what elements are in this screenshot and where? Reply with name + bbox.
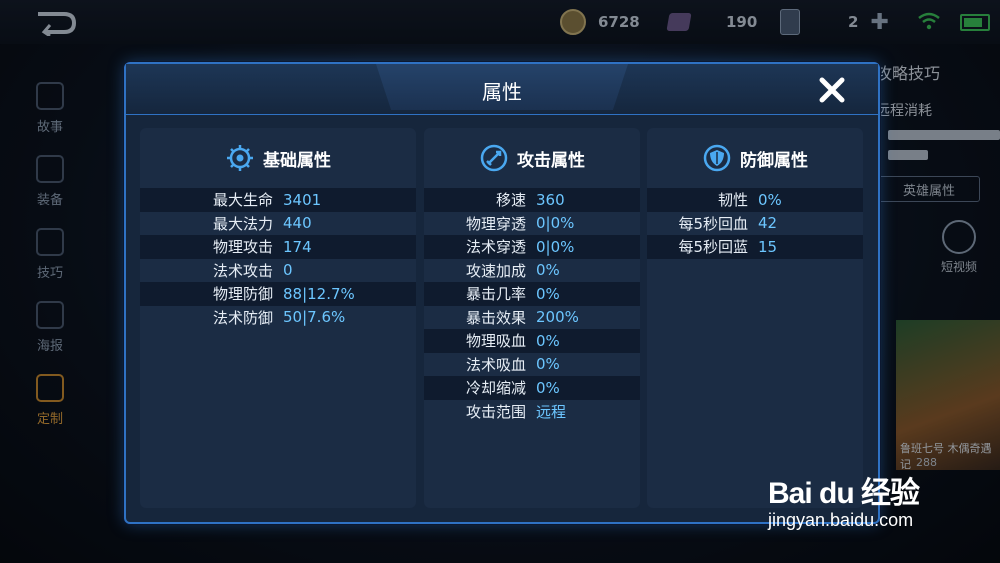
close-icon[interactable] xyxy=(814,72,850,108)
panel-heading-label: 防御属性 xyxy=(740,150,808,171)
attribute-row: 暴击几率 0% xyxy=(424,282,640,306)
attribute-label: 最大法力 xyxy=(212,214,273,233)
attribute-value: 远程 xyxy=(536,402,567,421)
attribute-row: 法术攻击 0 xyxy=(140,259,416,283)
attribute-value: 3401 xyxy=(283,190,322,209)
attribute-value: 360 xyxy=(536,190,565,209)
attribute-label: 物理防御 xyxy=(212,285,273,304)
attribute-value: 0% xyxy=(536,284,560,303)
attribute-label: 最大生命 xyxy=(212,191,273,210)
attribute-row: 法术吸血 0% xyxy=(424,353,640,377)
modal-title: 属性 xyxy=(482,80,522,104)
basic-attributes-heading: 基础属性 xyxy=(140,128,416,188)
watermark-url: jingyan.baidu.com xyxy=(768,510,914,530)
shield-icon xyxy=(703,144,731,172)
attribute-value: 15 xyxy=(758,237,778,256)
attribute-row: 法术穿透 0|0% xyxy=(424,235,640,259)
attribute-row: 攻速加成 0% xyxy=(424,259,640,283)
panel-heading-label: 攻击属性 xyxy=(517,150,585,171)
defense-attributes-panel: 防御属性 韧性 0% 每5秒回血 42 每5秒回蓝 15 xyxy=(647,128,863,508)
attribute-row: 攻击范围 远程 xyxy=(424,400,640,424)
gear-icon xyxy=(227,145,253,171)
attribute-value: 0% xyxy=(536,378,560,397)
attribute-label: 物理穿透 xyxy=(465,214,526,233)
attribute-value: 50|7.6% xyxy=(283,308,346,327)
attribute-label: 每5秒回蓝 xyxy=(678,238,748,257)
attribute-label: 每5秒回血 xyxy=(678,214,748,233)
attribute-value: 0% xyxy=(536,331,560,350)
attribute-value: 88|12.7% xyxy=(283,284,355,303)
attribute-label: 法术攻击 xyxy=(212,261,273,280)
attribute-label: 物理攻击 xyxy=(212,238,273,257)
attribute-value: 440 xyxy=(283,214,312,233)
attribute-row: 最大生命 3401 xyxy=(140,188,416,212)
attribute-row: 法术防御 50|7.6% xyxy=(140,306,416,330)
panel-heading-label: 基础属性 xyxy=(263,150,331,171)
attribute-label: 韧性 xyxy=(717,191,748,210)
attribute-value: 0% xyxy=(536,261,560,280)
attributes-modal: 属性 基础属性 最大生命 3401 最大法力 440 物理攻击 174 法术攻击 0 物… xyxy=(124,62,880,524)
attribute-value: 0|0% xyxy=(536,237,575,256)
attribute-value: 0|0% xyxy=(536,214,575,233)
modal-header: 属性 xyxy=(126,64,878,115)
attribute-label: 攻速加成 xyxy=(465,261,526,280)
attribute-row: 冷却缩减 0% xyxy=(424,376,640,400)
sword-icon xyxy=(480,144,508,172)
attribute-row: 物理防御 88|12.7% xyxy=(140,282,416,306)
attribute-label: 移速 xyxy=(495,191,526,210)
attribute-value: 174 xyxy=(283,237,312,256)
attack-attributes-heading: 攻击属性 xyxy=(424,128,640,188)
watermark-logo: Bai du 经验 xyxy=(768,477,920,510)
attribute-value: 200% xyxy=(536,308,579,327)
attribute-label: 法术穿透 xyxy=(465,238,526,257)
attribute-label: 暴击几率 xyxy=(465,285,526,304)
attribute-label: 物理吸血 xyxy=(465,332,526,351)
attack-attributes-panel: 攻击属性 移速 360 物理穿透 0|0% 法术穿透 0|0% 攻速加成 0% 暴击几率… xyxy=(424,128,640,508)
defense-attributes-heading: 防御属性 xyxy=(647,128,863,188)
attribute-label: 暴击效果 xyxy=(465,308,526,327)
attribute-row: 暴击效果 200% xyxy=(424,306,640,330)
attribute-row: 物理吸血 0% xyxy=(424,329,640,353)
attribute-row: 移速 360 xyxy=(424,188,640,212)
attribute-value: 0% xyxy=(758,190,782,209)
attribute-row: 物理穿透 0|0% xyxy=(424,212,640,236)
attribute-row: 每5秒回血 42 xyxy=(647,212,863,236)
basic-attributes-panel: 基础属性 最大生命 3401 最大法力 440 物理攻击 174 法术攻击 0 物理防御… xyxy=(140,128,416,508)
attribute-value: 42 xyxy=(758,214,778,233)
attribute-label: 法术吸血 xyxy=(465,355,526,374)
attribute-row: 每5秒回蓝 15 xyxy=(647,235,863,259)
attribute-value: 0 xyxy=(283,261,293,280)
attribute-row: 物理攻击 174 xyxy=(140,235,416,259)
attribute-label: 冷却缩减 xyxy=(465,379,526,398)
attribute-value: 0% xyxy=(536,355,560,374)
attribute-row: 最大法力 440 xyxy=(140,212,416,236)
attribute-row: 韧性 0% xyxy=(647,188,863,212)
baidu-watermark: Bai du 经验 jingyan.baidu.com xyxy=(768,468,920,531)
attribute-label: 攻击范围 xyxy=(465,402,526,421)
attribute-label: 法术防御 xyxy=(212,308,273,327)
